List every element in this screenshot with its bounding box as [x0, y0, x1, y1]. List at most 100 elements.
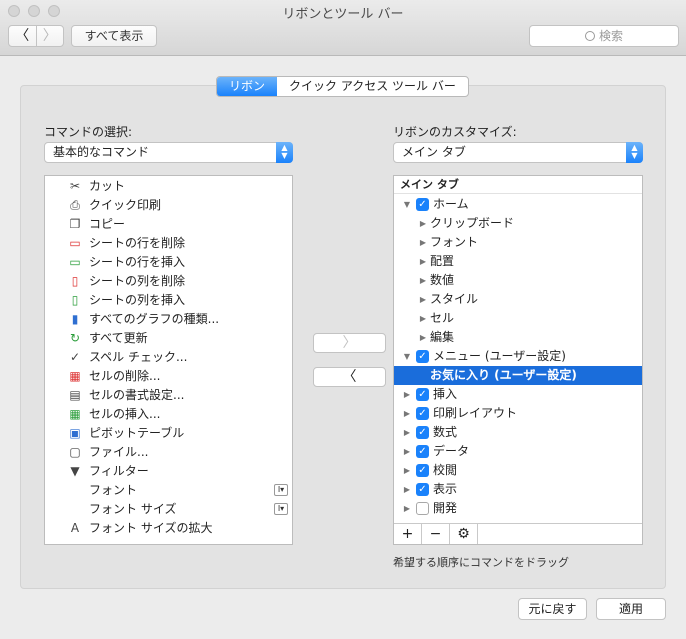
revert-button[interactable]: 元に戻す — [518, 598, 587, 620]
disclosure-right-icon[interactable]: ▶ — [402, 385, 412, 404]
command-item[interactable]: ▢ ファイル... — [45, 443, 292, 462]
command-item[interactable]: ▭ シートの行を挿入 — [45, 253, 292, 272]
command-label: ファイル... — [89, 445, 149, 459]
tab-visible-checkbox[interactable]: ✓ — [416, 483, 429, 496]
tree-item[interactable]: ▶ ✓ 挿入 — [394, 385, 642, 404]
tree-item[interactable]: ▶ ✓ 印刷レイアウト — [394, 404, 642, 423]
disclosure-right-icon[interactable]: ▶ — [402, 423, 412, 442]
search-field[interactable]: 検索 — [529, 25, 679, 47]
command-item[interactable]: ▯ シートの列を削除 — [45, 272, 292, 291]
insert-cells-icon: ▦ — [69, 407, 81, 421]
drag-hint: 希望する順序にコマンドをドラッグ — [393, 556, 569, 569]
customize-ribbon-label: リボンのカスタマイズ: — [393, 125, 517, 139]
tree-item-label: 開発 — [433, 501, 458, 515]
command-label: シートの列を削除 — [89, 274, 186, 288]
disclosure-right-icon[interactable]: ▶ — [402, 442, 412, 461]
tab-visible-checkbox[interactable]: ✓ — [416, 350, 429, 363]
disclosure-right-icon[interactable]: ▶ — [402, 461, 412, 480]
disclosure-right-icon[interactable]: ▶ — [418, 233, 428, 252]
show-all-button[interactable]: すべて表示 — [71, 25, 157, 47]
tab-visible-checkbox[interactable]: ✓ — [416, 407, 429, 420]
disclosure-right-icon[interactable]: ▶ — [402, 480, 412, 499]
customize-ribbon-dropdown[interactable]: メイン タブ ▲ ▼ — [393, 142, 643, 163]
command-list[interactable]: ✂ カット ⎙ クイック印刷 ❐ コピー ▭ シートの行を削除 ▭ シートの行を挿入 ▯ シートの列を… — [44, 175, 293, 545]
titlebar: リボンとツール バー 〈 〉 すべて表示 検索 — [0, 0, 686, 56]
disclosure-right-icon[interactable]: ▶ — [402, 499, 412, 518]
tree-item[interactable]: ▶ ✓ 校閲 — [394, 461, 642, 480]
settings-gear-icon[interactable]: ⚙ — [450, 524, 478, 544]
tab-visible-checkbox[interactable]: ✓ — [416, 388, 429, 401]
command-label: カット — [89, 179, 126, 193]
command-item[interactable]: ▣ ピボットテーブル — [45, 424, 292, 443]
disclosure-right-icon[interactable]: ▶ — [418, 214, 428, 233]
command-item[interactable]: ▦ セルの削除... — [45, 367, 292, 386]
command-item[interactable]: ▭ シートの行を削除 — [45, 234, 292, 253]
forward-button[interactable]: 〉 — [35, 26, 64, 46]
tree-item[interactable]: ▼ ✓ メニュー (ユーザー設定) — [394, 347, 642, 366]
back-button[interactable]: 〈 — [9, 26, 36, 46]
tree-item[interactable]: ▶ クリップボード — [394, 214, 642, 233]
remove-command-button[interactable]: 〈 — [313, 367, 386, 387]
tree-item-label: ホーム — [433, 197, 469, 211]
tree-item[interactable]: ▶ 配置 — [394, 252, 642, 271]
tree-item[interactable]: ▶ フォント — [394, 233, 642, 252]
command-item[interactable]: ✓ スペル チェック... — [45, 348, 292, 367]
delete-column-icon: ▯ — [71, 274, 79, 288]
apply-button[interactable]: 適用 — [596, 598, 666, 620]
tree-item-label: フォント — [430, 235, 479, 249]
tab-ribbon[interactable]: リボン — [217, 77, 278, 96]
command-item[interactable]: ↻ すべて更新 — [45, 329, 292, 348]
disclosure-down-icon[interactable]: ▼ — [402, 195, 412, 214]
add-command-button[interactable]: 〉 — [313, 333, 386, 353]
command-item[interactable]: ▮ すべてのグラフの種類... — [45, 310, 292, 329]
remove-tab-button[interactable]: − — [422, 524, 450, 544]
command-item[interactable]: ⎙ クイック印刷 — [45, 196, 292, 215]
command-item[interactable]: ▤ セルの書式設定... — [45, 386, 292, 405]
tab-visible-checkbox[interactable] — [416, 502, 429, 515]
tree-item-label: メニュー (ユーザー設定) — [433, 349, 566, 363]
disclosure-right-icon[interactable]: ▶ — [402, 404, 412, 423]
tab-visible-checkbox[interactable]: ✓ — [416, 464, 429, 477]
tree-item[interactable]: ▶ セル — [394, 309, 642, 328]
disclosure-right-icon[interactable]: ▶ — [418, 271, 428, 290]
tree-item[interactable]: ▶ 開発 — [394, 499, 642, 518]
tree-item[interactable]: ▶ 数値 — [394, 271, 642, 290]
command-item[interactable]: ▦ セルの挿入... — [45, 405, 292, 424]
disclosure-right-icon[interactable]: ▶ — [418, 290, 428, 309]
tree-item[interactable]: ▶ ✓ データ — [394, 442, 642, 461]
navigation-group: 〈 〉 — [8, 25, 64, 47]
tree-item[interactable]: ▶ ✓ 数式 — [394, 423, 642, 442]
ribbon-tree[interactable]: メイン タブ ▼ ✓ ホーム ▶ クリップボード ▶ フォント ▶ 配置 ▶ 数値 ▶ スタイル ▶ セル ▶… — [393, 175, 643, 545]
tree-item[interactable]: ▶ スタイル — [394, 290, 642, 309]
tree-item-label: 表示 — [433, 482, 458, 496]
tree-toolbar: + − ⚙ — [394, 523, 642, 544]
choose-commands-dropdown[interactable]: 基本的なコマンド ▲ ▼ — [44, 142, 293, 163]
command-item[interactable]: ▯ シートの列を挿入 — [45, 291, 292, 310]
add-tab-button[interactable]: + — [394, 524, 422, 544]
command-item[interactable]: フォント I▾ — [45, 481, 292, 500]
tree-item[interactable]: ▶ 編集 — [394, 328, 642, 347]
command-item[interactable]: A フォント サイズの拡大 — [45, 519, 292, 538]
disclosure-right-icon[interactable]: ▶ — [418, 309, 428, 328]
tab-visible-checkbox[interactable]: ✓ — [416, 198, 429, 211]
tree-item-label: データ — [433, 444, 470, 458]
command-item[interactable]: フォント サイズ I▾ — [45, 500, 292, 519]
dropdown-arrows-icon: ▲ ▼ — [276, 142, 293, 163]
disclosure-down-icon[interactable]: ▼ — [402, 347, 412, 366]
tree-item-label: お気に入り (ユーザー設定) — [430, 368, 577, 382]
command-item[interactable]: ▼ フィルター — [45, 462, 292, 481]
dropdown-arrows-icon: ▲ ▼ — [626, 142, 643, 163]
pivot-table-icon: ▣ — [69, 426, 81, 440]
disclosure-right-icon[interactable]: ▶ — [418, 252, 428, 271]
tree-item[interactable]: ▶ ✓ 表示 — [394, 480, 642, 499]
command-item[interactable]: ❐ コピー — [45, 215, 292, 234]
tab-quick-access-toolbar[interactable]: クイック アクセス ツール バー — [277, 77, 468, 96]
tree-item[interactable]: ▼ ✓ ホーム — [394, 195, 642, 214]
disclosure-right-icon[interactable]: ▶ — [418, 328, 428, 347]
command-item[interactable]: ✂ カット — [45, 177, 292, 196]
tree-item[interactable]: お気に入り (ユーザー設定) — [394, 366, 642, 385]
tab-visible-checkbox[interactable]: ✓ — [416, 445, 429, 458]
spellcheck-icon: ✓ — [69, 350, 81, 364]
tab-visible-checkbox[interactable]: ✓ — [416, 426, 429, 439]
tree-item-label: 校閲 — [433, 463, 458, 477]
